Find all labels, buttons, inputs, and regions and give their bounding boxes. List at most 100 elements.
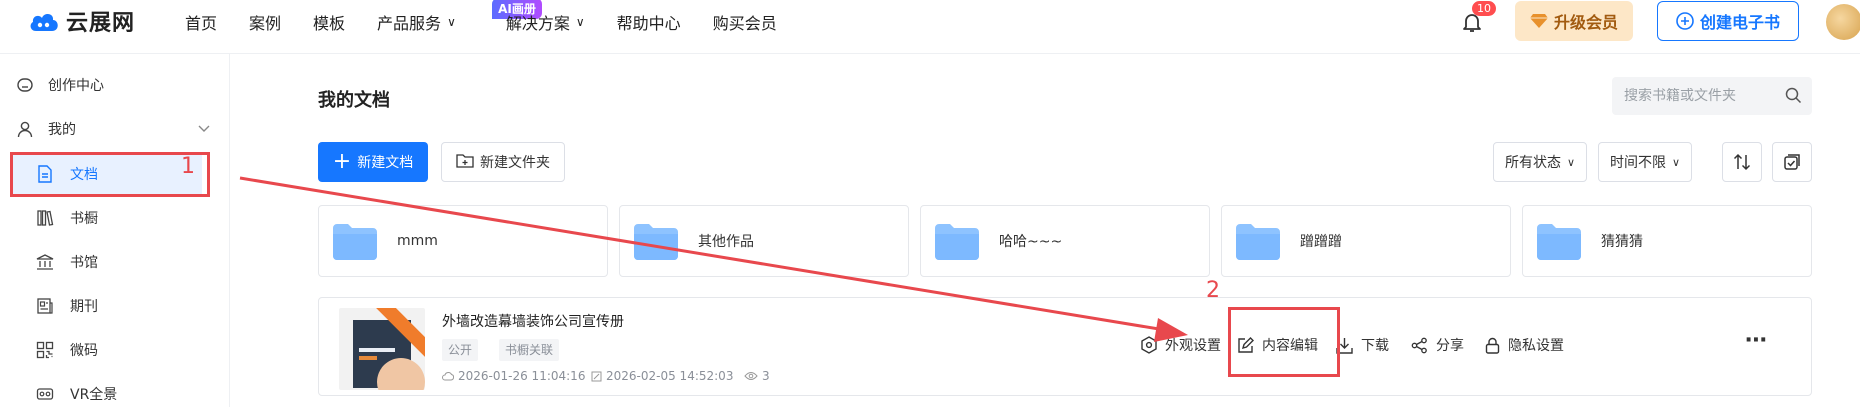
upgrade-membership-button[interactable]: 升级会员 (1515, 1, 1633, 41)
document-title[interactable]: 外墙改造幕墙装饰公司宣传册 (442, 311, 624, 331)
chevron-down-icon: ∨ (447, 15, 456, 29)
batch-select-button[interactable] (1772, 142, 1812, 182)
new-document-label: 新建文档 (357, 155, 414, 171)
view-count: 3 (744, 369, 770, 383)
folder-card[interactable]: 哈哈~~~ (920, 205, 1210, 277)
nav-solutions-label: 解决方案 (505, 14, 570, 33)
more-options-icon[interactable]: ⋯ (1745, 328, 1768, 353)
nav-cases[interactable]: 案例 (249, 10, 281, 34)
sidebar-item-label: VR全景 (70, 387, 118, 403)
cover-arc-decoration (377, 358, 425, 390)
time-filter-select[interactable]: 时间不限 ∨ (1598, 142, 1692, 182)
notification-badge: 10 (1472, 1, 1496, 16)
plus-circle-icon (1676, 12, 1694, 30)
action-label: 分享 (1436, 338, 1464, 354)
new-folder-label: 新建文件夹 (480, 155, 550, 171)
sidebar-item-mine[interactable]: 我的 (0, 109, 230, 149)
chevron-down-icon: ∨ (575, 15, 585, 29)
sidebar-item-bookshelf[interactable]: 书橱 (0, 198, 230, 238)
sidebar: 创作中心 我的 文档 书橱 书馆 期刊 微码 VR全景 (0, 54, 230, 407)
sidebar-item-journal[interactable]: 期刊 (0, 286, 230, 326)
annotation-number-1: 1 (181, 154, 195, 179)
nav-templates[interactable]: 模板 (313, 10, 345, 34)
status-badge: 公开 (442, 339, 479, 361)
diamond-icon (1529, 14, 1548, 28)
nav-solutions[interactable]: 解决方案 ∨ (506, 10, 585, 34)
sidebar-item-vr[interactable]: VR全景 (0, 374, 230, 407)
nav-home-label: 首页 (185, 14, 218, 33)
avatar[interactable] (1826, 4, 1860, 40)
sidebar-item-micro-code[interactable]: 微码 (0, 330, 230, 370)
created-time: 2026-01-26 11:04:16 (442, 369, 585, 383)
library-icon (34, 251, 56, 273)
folder-name: 哈哈~~~ (999, 234, 1063, 250)
annotation-number-2: 2 (1206, 278, 1220, 303)
search-input[interactable] (1624, 88, 1774, 104)
share-button[interactable]: 分享 (1411, 335, 1464, 355)
new-folder-button[interactable]: 新建文件夹 (441, 142, 565, 182)
sidebar-item-label: 创作中心 (48, 78, 104, 94)
created-time-text: 2026-01-26 11:04:16 (458, 369, 586, 383)
lock-icon (1485, 337, 1500, 354)
sidebar-item-creation-center[interactable]: 创作中心 (0, 65, 230, 105)
eye-icon (744, 371, 758, 381)
brand-name: 云展网 (66, 11, 136, 36)
document-card[interactable]: 外墙改造幕墙装饰公司宣传册 公开 书橱关联 2026-01-26 11:04:1… (318, 297, 1812, 396)
create-ebook-button[interactable]: 创建电子书 (1657, 1, 1799, 41)
folder-card[interactable]: 其他作品 (619, 205, 909, 277)
folder-add-icon (456, 152, 474, 172)
checklist-icon (1784, 154, 1800, 170)
updated-time-text: 2026-02-05 14:52:03 (606, 369, 734, 383)
nav-home[interactable]: 首页 (185, 10, 217, 34)
home-icon (14, 74, 36, 96)
journal-icon (34, 295, 56, 317)
hexagon-settings-icon (1141, 336, 1157, 354)
view-count-text: 3 (762, 369, 770, 383)
appearance-settings-button[interactable]: 外观设置 (1141, 335, 1221, 355)
chevron-down-icon: ∨ (1671, 155, 1681, 169)
bookshelf-link-badge: 书橱关联 (499, 339, 560, 361)
folder-card[interactable]: 蹭蹭蹭 (1221, 205, 1511, 277)
page-title: 我的文档 (318, 90, 390, 111)
folder-icon (1537, 224, 1581, 260)
bookshelf-icon (34, 207, 56, 229)
privacy-settings-button[interactable]: 隐私设置 (1485, 335, 1564, 355)
time-filter-label: 时间不限 (1609, 155, 1666, 171)
cover-title-bar (359, 348, 395, 352)
nav-products[interactable]: 产品服务 ∨ AI画册 (377, 0, 542, 34)
chevron-down-icon: ∨ (1566, 155, 1576, 169)
upgrade-label: 升级会员 (1553, 13, 1618, 32)
main-content: 我的文档 + 新建文档 新建文件夹 所有状态 ∨ 时间不限 ∨ mmm (230, 54, 1860, 407)
sidebar-item-library[interactable]: 书馆 (0, 242, 230, 282)
sort-button[interactable] (1722, 142, 1762, 182)
nav-help[interactable]: 帮助中心 (617, 10, 681, 34)
nav-buy-membership[interactable]: 购买会员 (713, 10, 777, 34)
folder-name: 其他作品 (698, 234, 754, 250)
folder-card[interactable]: 猜猜猜 (1522, 205, 1812, 277)
nav-products-label: 产品服务 (377, 14, 442, 33)
cloud-logo-icon (30, 14, 58, 31)
document-thumbnail[interactable] (339, 308, 425, 390)
sidebar-item-label: 微码 (70, 343, 98, 359)
user-icon (14, 118, 36, 140)
chevron-down-icon[interactable] (198, 121, 210, 137)
share-icon (1411, 337, 1428, 354)
annotation-box-appearance (1228, 307, 1340, 377)
folder-icon (333, 224, 377, 260)
logo[interactable]: 云展网 (28, 6, 135, 36)
folder-list: mmm 其他作品 哈哈~~~ 蹭蹭蹭 猜猜猜 (318, 205, 1812, 277)
nav-help-label: 帮助中心 (616, 14, 681, 33)
cloud-upload-icon (442, 371, 454, 381)
create-ebook-label: 创建电子书 (1699, 13, 1780, 32)
status-filter-select[interactable]: 所有状态 ∨ (1493, 142, 1587, 182)
new-document-button[interactable]: + 新建文档 (318, 142, 428, 182)
vr-icon (34, 383, 56, 405)
plus-icon: + (332, 149, 352, 174)
annotation-box-documents (10, 152, 210, 197)
sidebar-item-label: 书橱 (70, 211, 98, 227)
download-button[interactable]: 下载 (1336, 335, 1389, 355)
folder-card[interactable]: mmm (318, 205, 608, 277)
status-filter-label: 所有状态 (1504, 155, 1561, 171)
action-label: 外观设置 (1165, 338, 1221, 354)
search-icon[interactable] (1785, 87, 1802, 108)
